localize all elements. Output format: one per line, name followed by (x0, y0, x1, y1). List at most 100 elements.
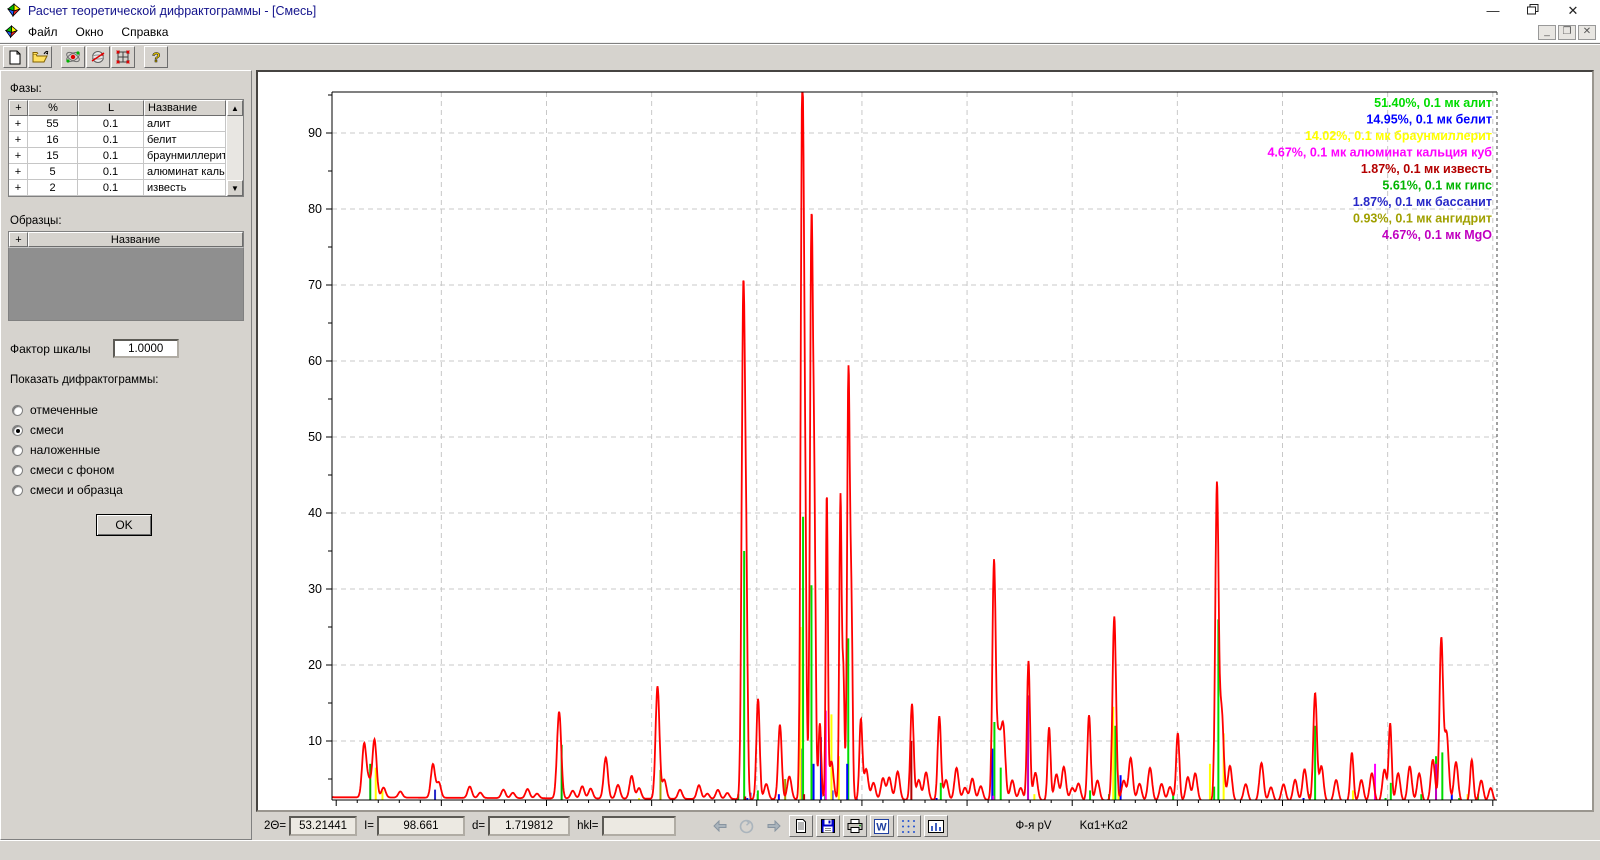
radio-label: смеси и образца (30, 483, 123, 497)
menu-help[interactable]: Справка (112, 23, 177, 41)
close-button[interactable]: ✕ (1566, 3, 1580, 19)
mdi-restore-button[interactable]: ❐ (1558, 25, 1576, 40)
phases-table-row[interactable]: +150.1браунмиллерит (9, 148, 227, 164)
samples-table-body[interactable] (8, 247, 244, 321)
phases-header-percent[interactable]: % (28, 100, 78, 116)
svg-text:W: W (876, 821, 887, 833)
restore-icon (1527, 4, 1539, 15)
hkl-value[interactable] (602, 816, 676, 836)
arrow-left-icon (713, 820, 727, 832)
open-file-button[interactable] (28, 46, 52, 68)
mdi-minimize-button[interactable]: _ (1538, 25, 1556, 40)
radio-button-icon[interactable] (12, 425, 23, 436)
svg-text:25: 25 (645, 808, 659, 810)
svg-text:20: 20 (540, 808, 554, 810)
phases-cell[interactable]: алит (144, 116, 226, 132)
phases-table-row[interactable]: +50.1алюминат каль (9, 164, 227, 180)
phases-cell[interactable]: алюминат каль (144, 164, 226, 180)
radio-button-icon[interactable] (12, 405, 23, 416)
axes: 1020304050607080901520253035404550556065 (308, 92, 1500, 810)
report-button[interactable] (789, 815, 813, 837)
phases-cell[interactable]: + (9, 132, 28, 148)
arrow-right-icon (767, 820, 781, 832)
menu-file[interactable]: Файл (19, 23, 67, 41)
svg-text:30: 30 (308, 582, 322, 596)
report-document-icon (795, 819, 807, 833)
reset-view-button[interactable] (735, 815, 759, 837)
phases-cell[interactable]: браунмиллерит (144, 148, 226, 164)
phases-table-row[interactable]: +20.1известь (9, 180, 227, 196)
phases-cell[interactable]: 55 (28, 116, 78, 132)
svg-text:45: 45 (1065, 808, 1079, 810)
legend-entry: 5.61%, 0.1 мк гипс (1382, 179, 1492, 193)
phases-cell[interactable]: + (9, 148, 28, 164)
phases-cell[interactable]: 16 (28, 132, 78, 148)
mdi-close-button[interactable]: ✕ (1578, 25, 1596, 40)
sphere-arrow-icon (90, 49, 106, 65)
scroll-track[interactable] (227, 116, 243, 180)
phases-table-row[interactable]: +550.1алит (9, 116, 227, 132)
diffractogram-svg: 1020304050607080901520253035404550556065… (258, 72, 1590, 810)
print-icon (847, 819, 863, 833)
phases-cell[interactable]: 0.1 (78, 132, 144, 148)
word-export-button[interactable]: W (870, 815, 894, 837)
radio-button-icon[interactable] (12, 485, 23, 496)
intensity-value[interactable] (377, 816, 465, 836)
structure-button[interactable] (61, 46, 85, 68)
d-spacing-value[interactable] (488, 816, 570, 836)
radio-option-4[interactable]: смеси и образца (12, 480, 244, 500)
phases-cell[interactable]: 0.1 (78, 148, 144, 164)
chart-view-button[interactable] (924, 815, 948, 837)
radio-button-icon[interactable] (12, 465, 23, 476)
svg-text:?: ? (152, 49, 161, 65)
phases-header-l[interactable]: L (78, 100, 144, 116)
samples-header-name[interactable]: Название (28, 232, 243, 247)
phases-cell[interactable]: 0.1 (78, 180, 144, 196)
orientation-button[interactable] (86, 46, 110, 68)
radio-option-3[interactable]: смеси с фоном (12, 460, 244, 480)
save-button[interactable] (816, 815, 840, 837)
phases-cell[interactable]: + (9, 116, 28, 132)
gridlines (332, 92, 1497, 800)
minimize-button[interactable]: — (1486, 3, 1500, 19)
scroll-up-icon[interactable]: ▲ (227, 100, 243, 116)
svg-text:70: 70 (308, 278, 322, 292)
next-peak-button[interactable] (762, 815, 786, 837)
phases-header-name[interactable]: Название (144, 100, 226, 116)
help-button[interactable]: ? (144, 46, 168, 68)
radio-option-1[interactable]: смеси (12, 420, 244, 440)
cell-button[interactable] (111, 46, 135, 68)
phase-sticks-MgO (902, 695, 1436, 800)
grid-toggle-button[interactable] (897, 815, 921, 837)
legend-entry: 4.67%, 0.1 мк MgO (1382, 228, 1492, 242)
scroll-down-icon[interactable]: ▼ (227, 180, 243, 196)
phases-cell[interactable]: + (9, 164, 28, 180)
menu-window[interactable]: Окно (67, 23, 113, 41)
ok-button[interactable]: OK (96, 514, 152, 536)
phases-cell[interactable]: 0.1 (78, 164, 144, 180)
phases-table-row[interactable]: +160.1белит (9, 132, 227, 148)
prev-peak-button[interactable] (708, 815, 732, 837)
phases-header-plus[interactable]: + (9, 100, 28, 116)
phases-cell[interactable]: белит (144, 132, 226, 148)
restore-button[interactable] (1526, 3, 1540, 19)
phases-cell[interactable]: 0.1 (78, 116, 144, 132)
new-file-button[interactable] (3, 46, 27, 68)
phases-cell[interactable]: 15 (28, 148, 78, 164)
phases-table-header: + % L Название (9, 100, 227, 116)
phases-cell[interactable]: известь (144, 180, 226, 196)
samples-header-plus[interactable]: + (9, 232, 28, 247)
diffractogram-panel: 1020304050607080901520253035404550556065… (256, 70, 1594, 812)
radio-option-2[interactable]: наложенные (12, 440, 244, 460)
bar-chart-icon (928, 820, 944, 833)
radio-option-0[interactable]: отмеченные (12, 400, 244, 420)
scale-factor-input[interactable] (113, 339, 179, 358)
phases-cell[interactable]: + (9, 180, 28, 196)
radio-button-icon[interactable] (12, 445, 23, 456)
svg-text:35: 35 (855, 808, 869, 810)
samples-label: Образцы: (10, 215, 244, 227)
two-theta-value[interactable] (289, 816, 357, 836)
phases-cell[interactable]: 5 (28, 164, 78, 180)
phases-cell[interactable]: 2 (28, 180, 78, 196)
print-button[interactable] (843, 815, 867, 837)
